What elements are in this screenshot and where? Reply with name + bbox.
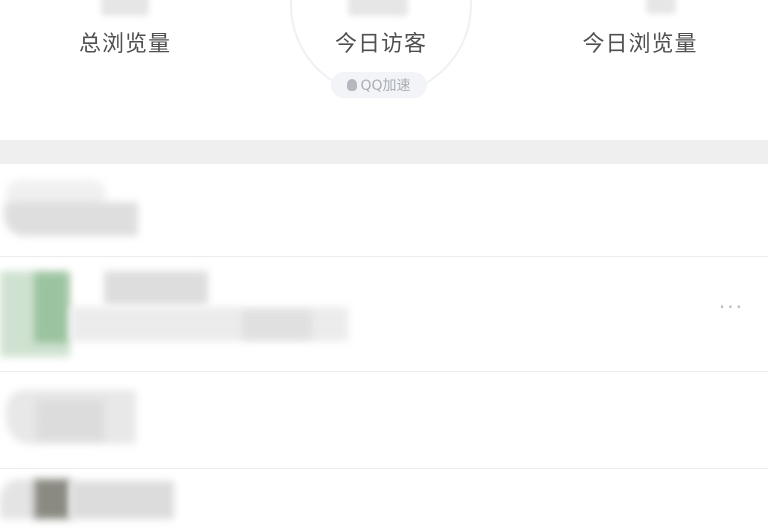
qq-speed-text: QQ加速 <box>360 78 411 94</box>
blurred-text <box>36 400 104 440</box>
blurred-text <box>4 202 138 236</box>
blurred-avatar <box>34 273 68 343</box>
list-item[interactable] <box>0 164 768 257</box>
stats-panel: 总浏览量 今日访客 QQ加速 今日浏览量 <box>0 0 768 138</box>
today-visitors-value-blurred <box>348 0 408 16</box>
stat-total-views[interactable]: 总浏览量 <box>60 0 190 58</box>
qq-icon <box>347 79 358 91</box>
list-item[interactable] <box>0 372 768 469</box>
today-views-value-blurred <box>646 0 676 14</box>
blurred-avatar <box>0 479 36 519</box>
more-icon[interactable]: ··· <box>719 295 744 319</box>
list-item[interactable]: ··· <box>0 257 768 372</box>
total-views-value-blurred <box>101 0 149 16</box>
blurred-avatar <box>34 479 70 519</box>
list-item[interactable] <box>0 469 768 529</box>
stat-today-views[interactable]: 今日浏览量 <box>570 0 710 58</box>
blurred-text <box>70 481 174 519</box>
blurred-text <box>242 311 312 339</box>
today-views-label: 今日浏览量 <box>582 32 698 57</box>
total-views-label: 总浏览量 <box>78 32 171 57</box>
qq-speed-badge[interactable]: QQ加速 <box>331 72 427 98</box>
section-divider <box>0 140 768 164</box>
blurred-text <box>104 271 208 305</box>
today-visitors-label: 今日访客 <box>334 32 427 57</box>
